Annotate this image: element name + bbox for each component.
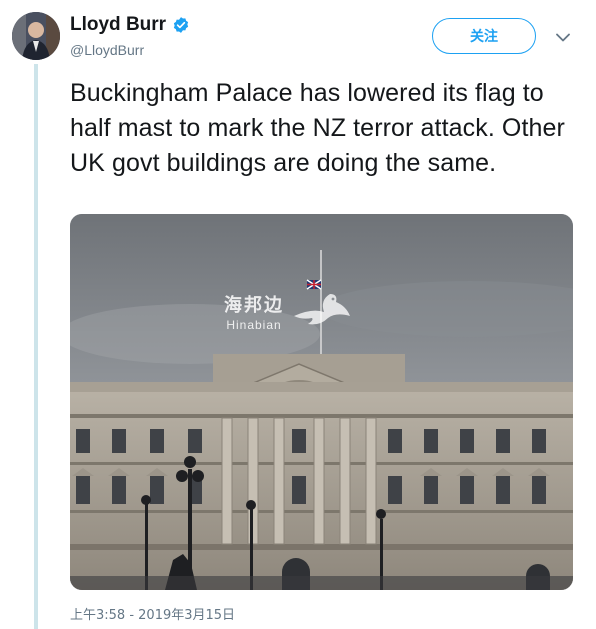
watermark-text: 海邦边 Hinabian [224,291,284,332]
watermark-english: Hinabian [226,317,282,332]
watermark-chinese: 海邦边 [224,294,284,316]
chevron-down-icon [556,33,570,41]
more-options-button[interactable] [552,26,574,48]
tweet-header: Lloyd Burr @LloydBurr [70,14,190,58]
tweet-timestamp[interactable]: 上午3:58 - 2019年3月15日 [70,604,235,623]
avatar-image [12,12,60,60]
tweet-media-photo[interactable]: 海邦边 Hinabian [70,214,573,590]
follow-button[interactable]: 关注 [432,18,536,54]
watermark-bird-icon [294,294,350,325]
tweet-text: Buckingham Palace has lowered its flag t… [70,79,565,177]
thread-line [34,64,38,629]
verified-badge-icon [173,17,189,33]
buckingham-palace-photo [70,214,573,590]
name-row: Lloyd Burr [70,14,190,36]
author-display-name[interactable]: Lloyd Burr [70,14,166,36]
media-watermark: 海邦边 Hinabian [224,290,352,332]
avatar[interactable] [12,12,60,60]
author-handle[interactable]: @LloydBurr [70,42,190,58]
